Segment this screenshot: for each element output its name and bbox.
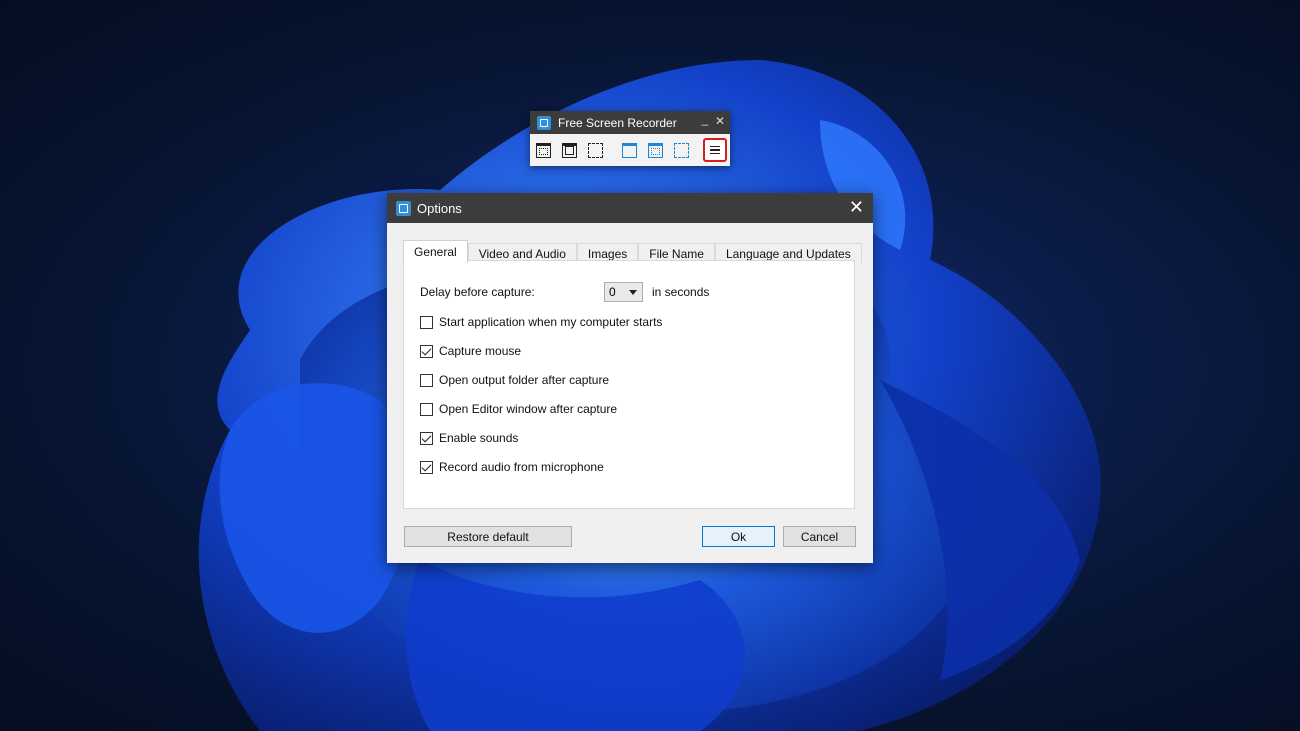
capture-window-icon[interactable] [536,142,551,158]
option-open-output-folder[interactable]: Open output folder after capture [420,373,609,387]
capture-object-icon[interactable] [562,142,577,158]
delay-select[interactable]: 0 [604,282,643,302]
delay-row: Delay before capture: [420,285,535,299]
record-window-icon[interactable] [622,142,637,158]
minimize-button[interactable]: _ [698,112,712,126]
record-region-icon[interactable] [674,142,689,158]
option-open-editor[interactable]: Open Editor window after capture [420,402,617,416]
app-logo-icon [396,200,411,216]
option-label: Start application when my computer start… [439,315,663,329]
option-label: Enable sounds [439,431,519,445]
option-record-microphone[interactable]: Record audio from microphone [420,460,604,474]
checkbox-record-microphone[interactable] [420,460,433,474]
checkbox-enable-sounds[interactable] [420,431,433,445]
restore-default-button[interactable]: Restore default [404,526,572,547]
checkbox-capture-mouse[interactable] [420,344,433,358]
tab-general[interactable]: General [403,240,468,263]
close-button[interactable]: ✕ [713,114,727,128]
recorder-title: Free Screen Recorder [558,115,677,130]
capture-region-icon[interactable] [588,142,603,158]
option-label: Record audio from microphone [439,460,604,474]
cancel-button[interactable]: Cancel [783,526,856,547]
option-label: Capture mouse [439,344,522,358]
delay-unit-row: in seconds [652,285,709,299]
general-panel: Delay before capture: 0 in seconds Start… [403,260,855,509]
option-start-with-computer[interactable]: Start application when my computer start… [420,315,662,329]
close-icon[interactable]: ✕ [849,198,864,216]
dialog-title: Options [417,200,462,216]
option-enable-sounds[interactable]: Enable sounds [420,431,518,445]
chevron-down-icon [629,290,637,295]
options-dialog: Options ✕ General Video and Audio Images… [387,193,873,563]
recorder-window: Free Screen Recorder _ ✕ [530,111,730,166]
checkbox-open-editor[interactable] [420,402,433,416]
option-label: Open Editor window after capture [439,402,618,416]
delay-value: 0 [609,285,616,299]
dialog-titlebar[interactable]: Options ✕ [387,193,873,223]
recorder-titlebar[interactable]: Free Screen Recorder _ ✕ [530,111,730,134]
checkbox-open-output-folder[interactable] [420,373,433,387]
record-object-icon[interactable] [648,142,663,158]
app-logo-icon [537,115,551,130]
ok-button[interactable]: Ok [702,526,775,547]
recorder-toolbar [530,134,730,166]
option-label: Open output folder after capture [439,373,610,387]
option-capture-mouse[interactable]: Capture mouse [420,344,521,358]
delay-unit: in seconds [652,285,710,299]
hamburger-menu-icon[interactable] [703,138,727,162]
delay-label: Delay before capture: [420,285,535,299]
checkbox-start-with-computer[interactable] [420,315,433,329]
